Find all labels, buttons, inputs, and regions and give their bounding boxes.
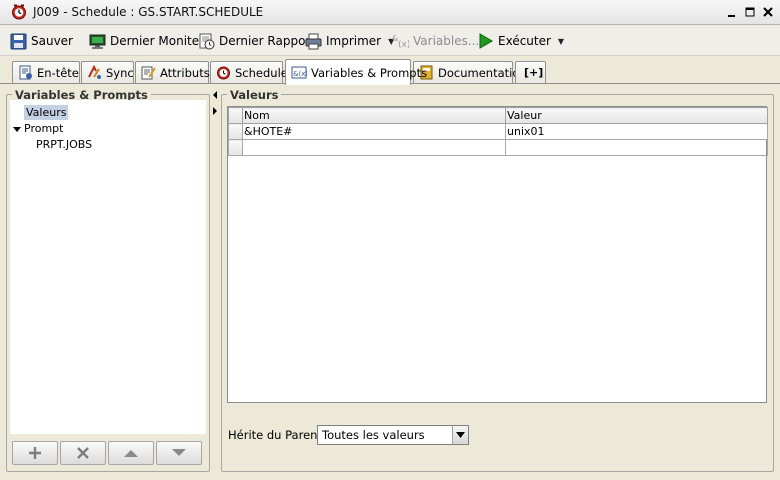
header-doc-icon [19,65,32,80]
tab-attributs[interactable]: Attributs [135,61,210,83]
last-report-button[interactable]: Dernier Rapport [198,32,315,50]
row-header[interactable] [228,139,243,156]
tree-item-valeurs[interactable]: Valeurs [24,105,69,120]
tab-add[interactable]: [+] [515,61,546,83]
inherit-parent-select[interactable]: Toutes les valeurs [317,425,469,445]
svg-text:&(x): &(x) [293,70,307,78]
add-button[interactable] [12,441,58,465]
window-title: J009 - Schedule : GS.START.SCHEDULE [33,5,264,19]
title-bar: J009 - Schedule : GS.START.SCHEDULE [0,0,780,25]
delete-x-icon [77,447,89,459]
variables-icon: &(x) [392,34,409,50]
last-report-label: Dernier Rapport [219,34,316,48]
column-header-nom[interactable]: Nom [242,107,506,124]
save-label: Sauver [31,34,73,48]
tab-en-tete[interactable]: En-tête [12,61,80,83]
inherit-parent-value: Toutes les valeurs [322,428,425,442]
sync-icon [88,65,101,79]
last-monitor-button[interactable]: Dernier Moniteur [89,32,212,50]
tree-item-prompt-label: Prompt [24,122,64,135]
attributes-icon [141,66,156,80]
table-header-row: Nom Valeur [228,107,768,124]
tab-label: Attributs [160,65,210,80]
save-button[interactable]: Sauver [10,32,73,50]
variables-tree: Valeurs Prompt PRPT.JOBS [10,100,206,434]
variables-label: Variables... [413,34,480,48]
expand-triangle-icon[interactable] [13,126,21,132]
tab-label: Documentation [438,65,527,80]
variables-icon: &(x) [291,66,307,79]
tab-variables-prompts[interactable]: &(x) Variables & Prompts [285,59,427,85]
execute-label: Exécuter [498,34,551,48]
arrow-up-icon [124,450,138,457]
column-header-valeur[interactable]: Valeur [505,107,768,124]
panel-splitter[interactable] [210,88,220,472]
tab-label: Sync [106,65,134,80]
table-cell-nom[interactable]: &HOTE# [242,123,506,140]
toolbar: Sauver Dernier Moniteur Dernier Rapport … [0,26,780,56]
execute-button[interactable]: Exécuter ▼ [478,32,564,50]
add-tab-icon: [+] [524,66,544,79]
plus-icon [29,447,41,459]
move-down-button[interactable] [156,441,202,465]
tree-item-prpt-jobs[interactable]: PRPT.JOBS [36,137,92,152]
printer-icon [305,33,322,49]
move-up-button[interactable] [108,441,154,465]
play-icon [479,33,493,49]
values-table: Nom Valeur &HOTE# unix01 [227,106,768,403]
last-monitor-label: Dernier Moniteur [110,34,212,48]
arrow-down-icon [172,449,186,456]
table-row[interactable] [228,139,768,156]
tab-schedule[interactable]: Schedule [210,61,288,83]
monitor-icon [89,34,106,49]
print-label: Imprimer [326,34,382,48]
clock-icon [217,66,230,80]
svg-text:(x): (x) [398,40,409,50]
tab-documentation[interactable]: Documentation [413,61,527,83]
tree-item-prompt[interactable]: Prompt [13,121,63,136]
tab-sync[interactable]: Sync [81,61,134,83]
tab-strip: En-tête Sync Attributs Schedule &(x) Var… [0,56,780,85]
variables-prompts-panel: Variables & Prompts Valeurs Prompt PRPT.… [6,88,210,472]
minimize-icon[interactable] [724,4,740,20]
values-panel: Valeurs Nom Valeur &HOTE# unix01 Hérite … [221,88,774,472]
delete-button[interactable] [60,441,106,465]
execute-dropdown-chevron-icon[interactable]: ▼ [558,37,564,46]
table-cell-valeur[interactable] [505,139,768,156]
tab-label: Variables & Prompts [311,65,428,80]
floppy-disk-icon [10,33,27,49]
tab-label: Schedule [235,65,288,80]
chevron-down-icon[interactable] [452,426,468,444]
collapse-left-arrow-icon[interactable] [213,91,217,99]
values-legend: Valeurs [227,88,282,102]
maximize-icon[interactable] [742,4,758,20]
table-cell-nom[interactable] [242,139,506,156]
expand-right-arrow-icon[interactable] [213,107,217,115]
tab-label: En-tête [37,65,79,80]
print-button[interactable]: Imprimer ▼ [305,32,394,50]
variables-button[interactable]: &(x) Variables... [392,32,479,50]
row-header[interactable] [228,123,243,140]
row-header-corner [228,107,243,124]
table-row[interactable]: &HOTE# unix01 [228,123,768,140]
inherit-parent-label: Hérite du Parent: [228,428,326,442]
close-icon[interactable] [760,4,776,20]
table-cell-valeur[interactable]: unix01 [505,123,768,140]
clock-app-icon [11,4,27,20]
report-clock-icon [199,33,215,49]
